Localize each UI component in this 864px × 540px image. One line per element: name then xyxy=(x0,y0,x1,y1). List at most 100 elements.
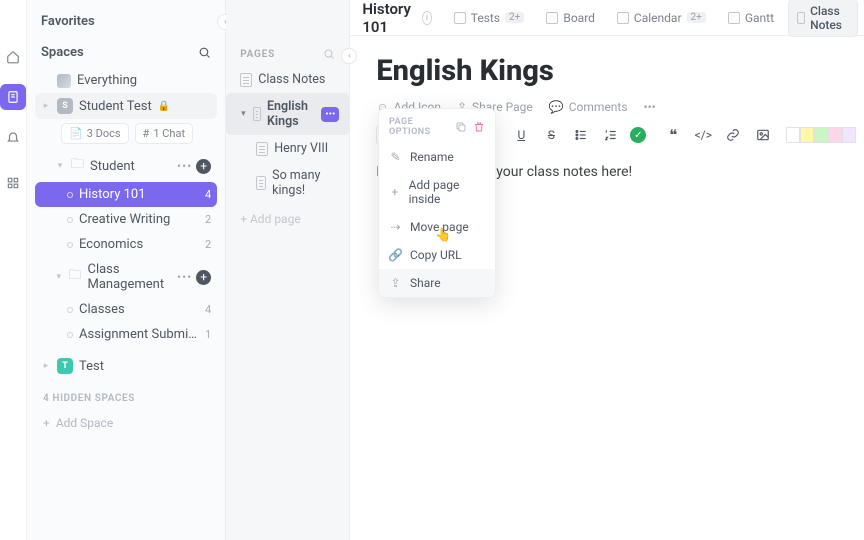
tab-calendar[interactable]: Calendar2+ xyxy=(609,7,714,29)
doc-icon: 📄 xyxy=(69,127,83,140)
chat-chip[interactable]: #1 Chat xyxy=(135,123,194,144)
more-icon[interactable]: ••• xyxy=(177,270,192,284)
student-test-item[interactable]: ▸ S Student Test 🔒 xyxy=(35,93,217,119)
label: Everything xyxy=(77,73,137,88)
bullet-list-button[interactable] xyxy=(570,124,592,146)
link-icon: 🔗 xyxy=(389,249,402,262)
page-title[interactable]: English Kings xyxy=(376,54,864,88)
lock-icon: 🔒 xyxy=(158,101,170,112)
menu-title: PAGE OPTIONS xyxy=(389,117,455,137)
sidebar: ‹ Favorites Spaces Everything ▸ S Studen… xyxy=(27,0,226,540)
duplicate-icon[interactable] xyxy=(455,121,467,133)
more-icon[interactable]: ••• xyxy=(177,159,192,173)
label: Student xyxy=(90,159,135,174)
numbered-list-button[interactable] xyxy=(600,124,622,146)
swatch[interactable] xyxy=(814,127,828,143)
classes-list[interactable]: Classes 4 xyxy=(35,297,217,322)
search-icon[interactable] xyxy=(323,48,335,60)
quote-button[interactable]: ❝ xyxy=(662,124,684,146)
add-page-button[interactable]: + Add page xyxy=(226,204,349,234)
menu-share[interactable]: ⇪Share xyxy=(379,269,495,297)
label: Classes xyxy=(79,302,125,317)
comments-button[interactable]: 💬Comments xyxy=(549,100,628,114)
doc-icon xyxy=(797,12,805,24)
student-folder[interactable]: ▾ 🗀 Student •••+ xyxy=(35,150,217,182)
tab-class-notes[interactable]: Class Notes xyxy=(788,0,858,37)
code-button[interactable]: </> xyxy=(692,124,714,146)
apps-icon[interactable] xyxy=(0,170,26,196)
home-icon[interactable] xyxy=(0,44,26,70)
swatch[interactable] xyxy=(800,127,814,143)
topbar: History 101 i Tests2+ Board Calendar2+ G… xyxy=(350,0,864,36)
docs-chip[interactable]: 📄3 Docs xyxy=(61,123,129,144)
menu-move[interactable]: ⇢Move page xyxy=(379,213,495,241)
iconbar xyxy=(0,0,27,540)
swatch[interactable] xyxy=(786,127,800,143)
menu-rename[interactable]: ✎Rename xyxy=(379,143,495,171)
status-dot xyxy=(67,242,73,248)
space-icon: T xyxy=(57,358,73,374)
highlight-swatches xyxy=(786,127,856,143)
menu-copy-url[interactable]: 🔗Copy URL xyxy=(379,241,495,269)
label: Test xyxy=(79,359,104,374)
space-icon: S xyxy=(57,98,73,114)
favorites-label[interactable]: Favorites xyxy=(35,10,217,41)
page-more-button[interactable]: ••• xyxy=(321,107,339,122)
label: Student Test xyxy=(79,99,152,114)
page-so-many[interactable]: So many kings! xyxy=(226,162,349,204)
everything-item[interactable]: Everything xyxy=(35,68,217,93)
comment-icon: 💬 xyxy=(549,100,564,114)
label: Class Management xyxy=(87,262,171,292)
hash-icon: # xyxy=(143,127,150,140)
breadcrumb[interactable]: History 101 xyxy=(362,0,412,36)
class-mgmt-folder[interactable]: ▾ 🗀 Class Management •••+ xyxy=(35,257,217,297)
history-list[interactable]: History 101 4 xyxy=(35,182,217,207)
info-icon[interactable]: i xyxy=(422,11,432,25)
creative-list[interactable]: Creative Writing 2 xyxy=(35,207,217,232)
label: Assignment Submissio... xyxy=(79,327,199,342)
page-english-kings[interactable]: ▾ English Kings ••• xyxy=(226,93,349,135)
tab-gantt[interactable]: Gantt xyxy=(720,7,782,29)
link-button[interactable] xyxy=(722,124,744,146)
count: 2 xyxy=(205,213,211,226)
swatch[interactable] xyxy=(842,127,856,143)
pencil-icon: ✎ xyxy=(389,151,402,164)
tab-board[interactable]: Board xyxy=(538,7,603,29)
tab-tests[interactable]: Tests2+ xyxy=(446,7,533,29)
page-options-menu: PAGE OPTIONS ✎Rename +Add page inside ⇢M… xyxy=(378,108,496,298)
add-button[interactable]: + xyxy=(196,159,211,174)
count: 4 xyxy=(205,303,211,316)
doc-icon xyxy=(240,73,252,87)
calendar-icon xyxy=(617,12,629,24)
count: 1 xyxy=(205,328,211,341)
test-space[interactable]: ▸ T Test xyxy=(35,353,217,379)
chevron-down-icon: ▾ xyxy=(55,161,65,171)
assignment-list[interactable]: Assignment Submissio... 1 xyxy=(35,322,217,347)
board-icon xyxy=(546,12,558,24)
strike-button[interactable]: S xyxy=(540,124,562,146)
image-button[interactable] xyxy=(752,124,774,146)
search-icon[interactable] xyxy=(198,46,211,59)
underline-button[interactable]: U xyxy=(510,124,532,146)
swatch[interactable] xyxy=(828,127,842,143)
share-icon: ⇪ xyxy=(389,277,402,290)
menu-add-inside[interactable]: +Add page inside xyxy=(379,171,495,213)
economics-list[interactable]: Economics 2 xyxy=(35,232,217,257)
chevron-down-icon: ▾ xyxy=(55,272,62,282)
pages-panel: ‹ PAGES Class Notes ▾ English Kings ••• … xyxy=(226,0,350,540)
page-henry[interactable]: Henry VIII xyxy=(226,135,349,162)
add-button[interactable]: + xyxy=(196,270,211,285)
plus-icon: + xyxy=(43,416,50,430)
page-class-notes[interactable]: Class Notes xyxy=(226,66,349,93)
label: Economics xyxy=(79,237,143,252)
trash-icon[interactable] xyxy=(473,121,485,133)
bell-icon[interactable] xyxy=(0,124,26,150)
checklist-button[interactable]: ✓ xyxy=(630,127,646,143)
status-dot xyxy=(67,332,73,338)
doc-more-button[interactable]: ••• xyxy=(644,100,656,114)
label: History 101 xyxy=(79,187,146,202)
add-space-button[interactable]: +Add Space xyxy=(35,412,217,434)
docs-icon[interactable] xyxy=(0,84,26,110)
hidden-spaces[interactable]: 4 HIDDEN SPACES xyxy=(35,379,217,412)
caret-icon: ▸ xyxy=(41,361,51,371)
